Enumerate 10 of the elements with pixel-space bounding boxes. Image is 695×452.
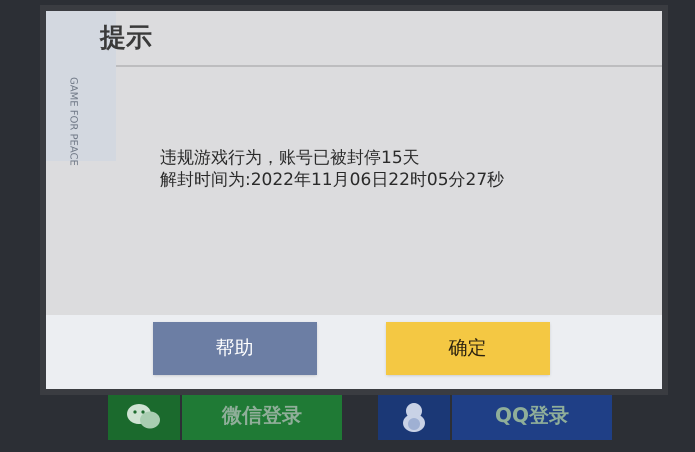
wechat-login-button[interactable]: 微信登录: [108, 394, 342, 440]
login-label: QQ登录: [494, 402, 569, 429]
help-button[interactable]: 帮助: [152, 322, 316, 374]
decoration-caption: GAME FOR PEACE: [66, 77, 80, 168]
login-label: 微信登录: [222, 402, 302, 429]
qq-login-button[interactable]: QQ登录: [378, 394, 612, 440]
message-line: 解封时间为:2022年11月06日22时05分27秒: [160, 169, 504, 191]
dialog-title: 提示: [100, 22, 152, 54]
message-line: 违规游戏行为，账号已被封停15天: [160, 147, 421, 169]
confirm-button[interactable]: 确定: [386, 322, 550, 374]
